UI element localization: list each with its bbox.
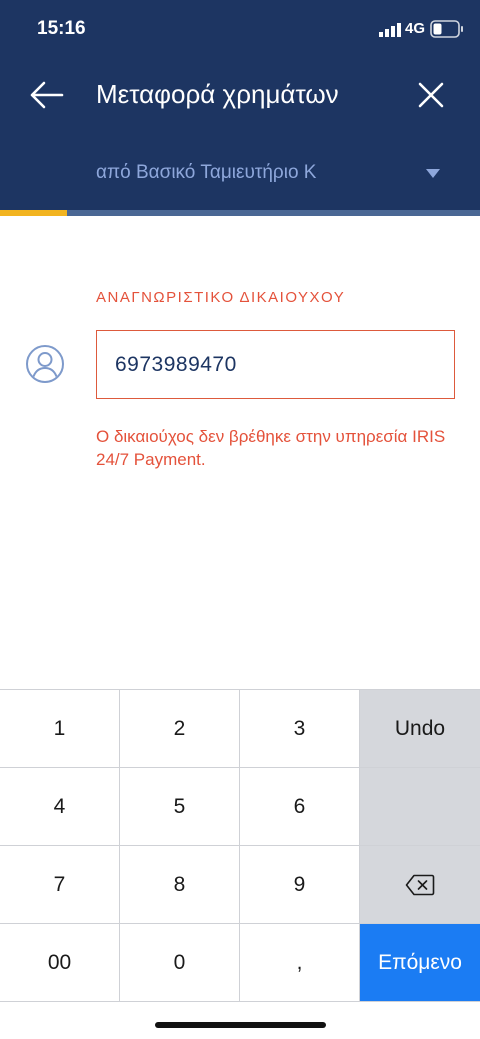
back-button[interactable] (26, 78, 66, 112)
status-bar: 15:16 4G (0, 0, 480, 58)
battery-icon (430, 20, 463, 38)
key-6[interactable]: 6 (240, 768, 360, 846)
status-time: 15:16 (37, 18, 86, 39)
page-title: Μεταφορά χρημάτων (96, 79, 339, 109)
key-comma[interactable]: , (240, 924, 360, 1002)
backspace-key[interactable] (360, 846, 480, 924)
arrow-left-icon (30, 81, 64, 109)
network-label: 4G (405, 20, 426, 37)
key-4[interactable]: 4 (0, 768, 120, 846)
transfer-screen: 15:16 4G Μεταφορά χρημάτων από Βασικό Τα… (0, 0, 480, 1039)
key-00[interactable]: 00 (0, 924, 120, 1002)
user-circle-icon (26, 345, 64, 383)
close-button[interactable] (415, 79, 447, 111)
progress-fill (0, 210, 68, 216)
home-indicator (155, 1022, 326, 1028)
signal-bars-icon (379, 23, 401, 37)
close-icon (418, 82, 444, 108)
progress-bar (0, 210, 480, 216)
backspace-icon (405, 874, 435, 895)
key-5[interactable]: 5 (120, 768, 240, 846)
key-7[interactable]: 7 (0, 846, 120, 924)
key-0[interactable]: 0 (120, 924, 240, 1002)
empty-key (360, 768, 480, 846)
next-button[interactable]: Επόμενο (360, 924, 480, 1002)
beneficiary-id-label: ΑΝΑΓΝΩΡΙΣΤΙΚΟ ΔΙΚΑΙΟΥΧΟΥ (96, 289, 346, 306)
chevron-down-icon (426, 169, 440, 178)
numeric-keyboard: 1 2 3 Undo 4 5 6 7 8 9 00 0 , Επόμενο (0, 689, 480, 1039)
header: 15:16 4G Μεταφορά χρημάτων από Βασικό Τα… (0, 0, 480, 216)
key-2[interactable]: 2 (120, 690, 240, 768)
beneficiary-id-input[interactable] (96, 330, 455, 399)
error-message: Ο δικαιούχος δεν βρέθηκε στην υπηρεσία I… (96, 427, 446, 469)
key-8[interactable]: 8 (120, 846, 240, 924)
account-label: από Βασικό Ταμιευτήριο Κ (96, 162, 317, 183)
account-selector[interactable]: από Βασικό Ταμιευτήριο Κ (96, 156, 456, 190)
undo-key[interactable]: Undo (360, 690, 480, 768)
key-1[interactable]: 1 (0, 690, 120, 768)
key-3[interactable]: 3 (240, 690, 360, 768)
key-9[interactable]: 9 (240, 846, 360, 924)
